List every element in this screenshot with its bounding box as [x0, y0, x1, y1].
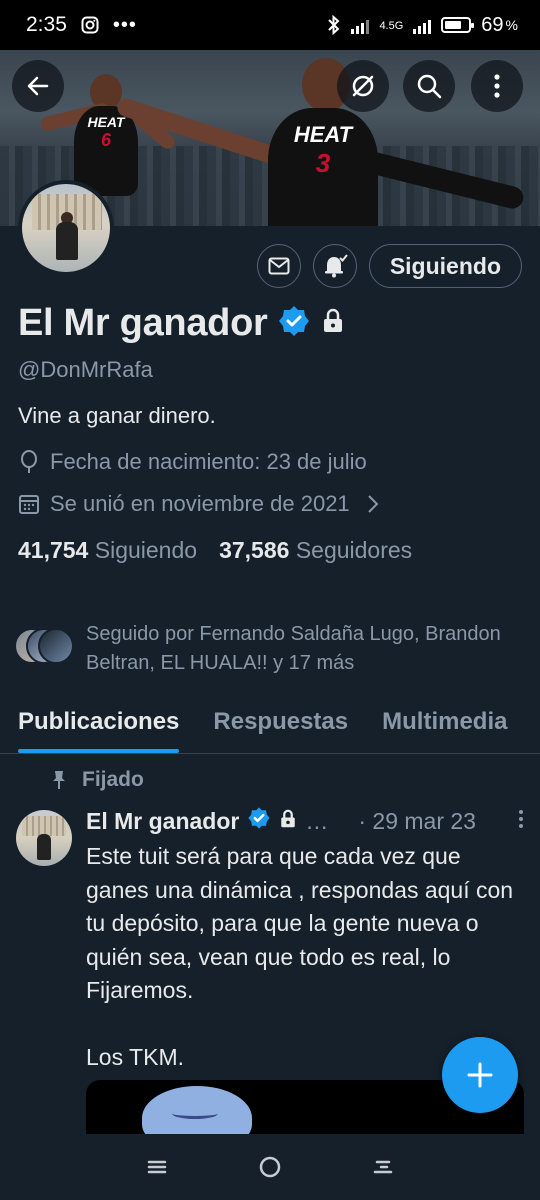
display-name: El Mr ganador: [18, 302, 268, 344]
following-button[interactable]: Siguiendo: [368, 244, 522, 288]
status-time: 2:35: [26, 13, 67, 36]
notifications-button[interactable]: [312, 244, 357, 288]
profile-tabs: Publicaciones Respuestas Multimedia: [0, 700, 540, 754]
profile-info: El Mr ganador @DonMrRafa Vine a ganar di…: [18, 302, 522, 564]
tweet-more-icon[interactable]: [518, 808, 524, 835]
recents-button[interactable]: [137, 1147, 177, 1187]
following-label: Siguiendo: [94, 537, 198, 563]
followers-label: Seguidores: [295, 537, 413, 563]
back-nav-icon: [374, 1160, 393, 1174]
signal-icon-2: [413, 16, 432, 34]
profile-handle: @DonMrRafa: [18, 357, 153, 382]
birthday-row: Fecha de nacimiento: 23 de julio: [18, 447, 522, 477]
back-button[interactable]: [12, 60, 64, 112]
bluetooth-icon: [327, 15, 341, 35]
tweet-lock-icon: [279, 808, 297, 835]
jersey-left-number: 6: [100, 130, 111, 150]
tweet-handle-truncated: …: [305, 807, 329, 834]
home-circle-icon: [259, 1156, 281, 1178]
pinned-text: Fijado: [82, 768, 144, 791]
back-arrow-icon: [27, 76, 49, 96]
followers-count: 37,586: [219, 537, 290, 563]
search-icon: [417, 74, 442, 99]
tab-publicaciones[interactable]: Publicaciones: [18, 700, 180, 753]
jersey-right-number: 3: [315, 148, 331, 178]
network-type: 4.5G: [379, 19, 404, 32]
envelope-icon: [268, 257, 290, 275]
plus-icon: [467, 1062, 493, 1088]
pin-icon: [53, 771, 65, 789]
followers-stat[interactable]: 37,586 Seguidores: [219, 537, 412, 564]
followed-by-row[interactable]: Seguido por Fernando Saldaña Lugo, Brand…: [14, 620, 522, 678]
chevron-right-icon: [367, 495, 379, 513]
balloon-icon: [21, 450, 37, 473]
verified-badge-icon[interactable]: [277, 304, 311, 343]
tweet-date: · 29 mar 23: [358, 807, 476, 834]
birthday-text: Fecha de nacimiento: 23 de julio: [50, 449, 367, 474]
joined-text: Se unió en noviembre de 2021: [50, 491, 350, 516]
follow-stats: 41,754 Siguiendo 37,586 Seguidores: [18, 537, 522, 564]
calendar-icon: [19, 495, 39, 514]
more-notifications-icon: •••: [112, 13, 137, 36]
back-nav-button[interactable]: [363, 1147, 403, 1187]
home-button[interactable]: [250, 1147, 290, 1187]
mini-avatar: [38, 628, 74, 664]
percent-sign: %: [505, 17, 518, 33]
battery-icon: [441, 17, 475, 33]
profile-bio: Vine a ganar dinero.: [18, 403, 216, 428]
battery-level: 69: [481, 13, 504, 36]
profile-actions: Siguiendo: [256, 244, 522, 288]
grok-icon: [352, 75, 374, 97]
tweet-text: Este tuit será para que cada vez que gan…: [86, 843, 514, 1070]
tweet-avatar[interactable]: [16, 810, 72, 866]
tweet-author[interactable]: El Mr ganador: [86, 808, 239, 835]
pinned-label-row: Fijado: [52, 768, 144, 792]
tab-multimedia[interactable]: Multimedia: [382, 700, 507, 753]
signal-icon: [351, 16, 370, 34]
search-button[interactable]: [403, 60, 455, 112]
jersey-right-text: HEAT: [293, 122, 353, 147]
message-button[interactable]: [256, 244, 301, 288]
bell-check-icon: [324, 254, 348, 278]
system-nav-bar: [0, 1134, 540, 1200]
grok-button[interactable]: [337, 60, 389, 112]
followed-by-text: Seguido por Fernando Saldaña Lugo, Brand…: [86, 623, 501, 674]
following-stat[interactable]: 41,754 Siguiendo: [18, 537, 197, 564]
menu-lines-icon: [147, 1160, 166, 1174]
tweet-verified-badge-icon: [247, 806, 271, 836]
protected-lock-icon: [321, 308, 345, 339]
more-options-button[interactable]: [471, 60, 523, 112]
compose-button[interactable]: [442, 1037, 518, 1113]
followed-by-avatars: [14, 628, 74, 668]
status-bar: 2:35 ••• 4.5G 69%: [0, 0, 540, 50]
following-count: 41,754: [18, 537, 89, 563]
joined-row[interactable]: Se unió en noviembre de 2021: [18, 489, 522, 519]
tab-respuestas[interactable]: Respuestas: [213, 700, 348, 753]
vertical-dots-icon: [494, 74, 500, 98]
instagram-icon: [81, 16, 99, 34]
profile-avatar[interactable]: [18, 180, 114, 276]
